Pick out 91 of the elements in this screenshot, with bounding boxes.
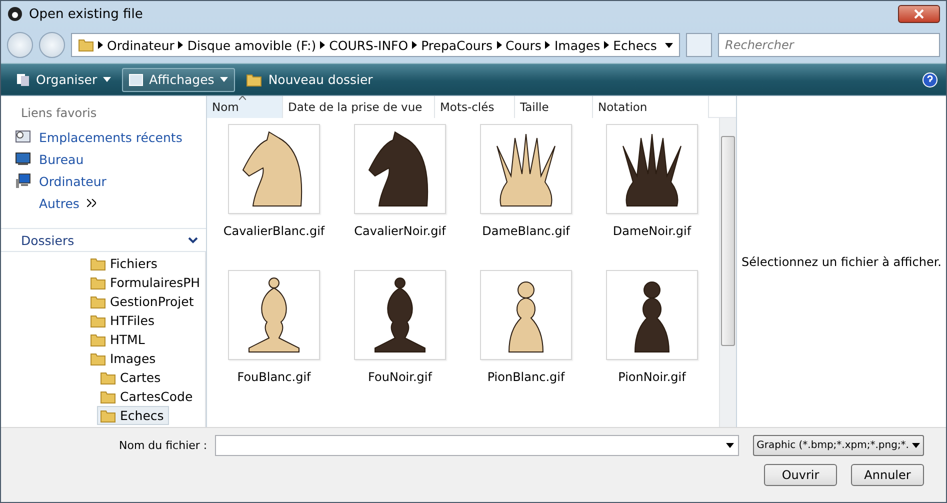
breadcrumb-item[interactable]: PrepaCours xyxy=(412,38,492,52)
image-thumbnail[interactable] xyxy=(480,124,572,214)
image-thumbnail[interactable] xyxy=(480,270,572,360)
cancel-button[interactable]: Annuler xyxy=(851,464,924,486)
chevron-right-icon xyxy=(496,41,502,49)
double-chevron-icon xyxy=(87,199,96,207)
folder-icon xyxy=(90,314,106,328)
favorite-link[interactable]: Ordinateur xyxy=(1,170,206,192)
file-name-label: Nom du fichier : xyxy=(119,439,208,452)
file-name[interactable]: PionBlanc.gif xyxy=(487,370,565,384)
file-name[interactable]: DameBlanc.gif xyxy=(482,224,570,238)
caret-icon xyxy=(665,42,673,48)
folder-icon xyxy=(90,256,106,270)
image-thumbnail[interactable] xyxy=(354,124,446,214)
folder-icon xyxy=(246,72,262,86)
image-thumbnail[interactable] xyxy=(606,124,698,214)
folder-tree-item[interactable]: CartesCode xyxy=(97,387,198,406)
image-thumbnail[interactable] xyxy=(606,270,698,360)
views-button[interactable]: Affichages xyxy=(122,68,236,92)
file-type-dropdown[interactable]: Graphic (*.bmp;*.xpm;*.png;*. xyxy=(752,435,924,456)
file-name-field[interactable] xyxy=(215,435,739,456)
caret-icon xyxy=(726,443,734,448)
breadcrumb-item[interactable]: Ordinateur xyxy=(98,38,174,52)
breadcrumb-item[interactable]: Images xyxy=(545,38,600,52)
app-icon xyxy=(7,6,23,22)
search-field[interactable]: Rechercher xyxy=(718,33,940,57)
scrollbar[interactable] xyxy=(719,118,736,427)
window-icon xyxy=(129,74,144,86)
file-name[interactable]: PionNoir.gif xyxy=(618,370,686,384)
column-header[interactable]: Notation xyxy=(593,96,709,118)
file-name[interactable]: FouBlanc.gif xyxy=(237,370,311,384)
folder-tree-item[interactable]: GestionProjet xyxy=(87,292,199,311)
chevron-right-icon xyxy=(545,41,550,49)
desktop-icon xyxy=(15,152,31,166)
breadcrumb-item[interactable]: Echecs xyxy=(604,38,657,52)
window-title: Open existing file xyxy=(29,6,144,22)
folder-tree-item[interactable]: Echecs xyxy=(97,406,169,425)
caret-icon xyxy=(220,77,228,82)
breadcrumb-item[interactable]: Cours xyxy=(496,38,542,52)
folder-tree-item[interactable]: Fichiers xyxy=(87,254,162,273)
folder-tree-item[interactable]: HTFiles xyxy=(87,311,160,330)
close-icon xyxy=(914,9,924,19)
folder-tree-item[interactable]: FormulairesPH xyxy=(87,273,206,292)
column-header[interactable]: Taille xyxy=(515,96,593,118)
folder-icon xyxy=(90,332,106,346)
folder-icon xyxy=(78,38,94,52)
file-name[interactable]: CavalierNoir.gif xyxy=(354,224,446,238)
chevron-right-icon xyxy=(320,41,326,49)
chevron-right-icon xyxy=(178,41,184,49)
organize-button[interactable]: Organiser xyxy=(9,68,118,92)
folder-icon xyxy=(100,370,116,384)
folder-icon xyxy=(100,408,116,422)
column-header[interactable]: Date de la prise de vue xyxy=(283,96,435,118)
folder-icon xyxy=(100,390,116,404)
column-header[interactable]: Mots-clés xyxy=(435,96,515,118)
address-bar[interactable]: Ordinateur Disque amovible (F:) COURS-INFO PrepaCours Cours Images Echecs xyxy=(71,33,680,57)
folder-icon xyxy=(90,294,106,308)
scrollbar[interactable] xyxy=(205,252,206,427)
file-name[interactable]: CavalierBlanc.gif xyxy=(223,224,325,238)
image-thumbnail[interactable] xyxy=(228,270,320,360)
favorite-link[interactable]: Emplacements récents xyxy=(1,126,206,148)
caret-icon xyxy=(103,77,112,82)
folder-tree-item[interactable]: Cartes xyxy=(97,368,166,387)
new-folder-button[interactable]: Nouveau dossier xyxy=(239,68,380,92)
open-button[interactable]: Ouvrir xyxy=(764,464,837,486)
image-thumbnail[interactable] xyxy=(354,270,446,360)
computer-icon xyxy=(15,173,31,189)
column-header[interactable]: Nom xyxy=(207,96,283,118)
chevron-right-icon xyxy=(412,41,418,49)
breadcrumb-item[interactable]: COURS-INFO xyxy=(320,38,408,52)
file-name[interactable]: FouNoir.gif xyxy=(368,370,432,384)
folder-icon xyxy=(90,276,106,290)
favorite-link[interactable]: Bureau xyxy=(1,148,206,170)
favorite-link[interactable]: Autres xyxy=(1,192,206,214)
preview-message: Sélectionnez un fichier à afficher. xyxy=(741,254,942,268)
pages-icon xyxy=(16,72,30,86)
file-name[interactable]: DameNoir.gif xyxy=(612,224,692,238)
help-icon[interactable] xyxy=(922,72,938,88)
image-thumbnail[interactable] xyxy=(228,124,320,214)
folder-tree-item[interactable]: HTML xyxy=(87,330,150,349)
close-button[interactable] xyxy=(898,5,940,23)
favorites-heading: Liens favoris xyxy=(20,105,98,122)
chevron-right-icon xyxy=(98,41,103,49)
chevron-right-icon xyxy=(604,41,610,49)
folder-tree-item[interactable]: Images xyxy=(87,349,161,368)
caret-icon xyxy=(912,443,920,448)
folder-icon xyxy=(90,352,106,366)
recent-places-icon xyxy=(15,129,31,145)
breadcrumb-item[interactable]: Disque amovible (F:) xyxy=(178,38,316,52)
chevron-icon xyxy=(188,236,198,244)
folders-header[interactable]: Dossiers xyxy=(1,228,206,252)
